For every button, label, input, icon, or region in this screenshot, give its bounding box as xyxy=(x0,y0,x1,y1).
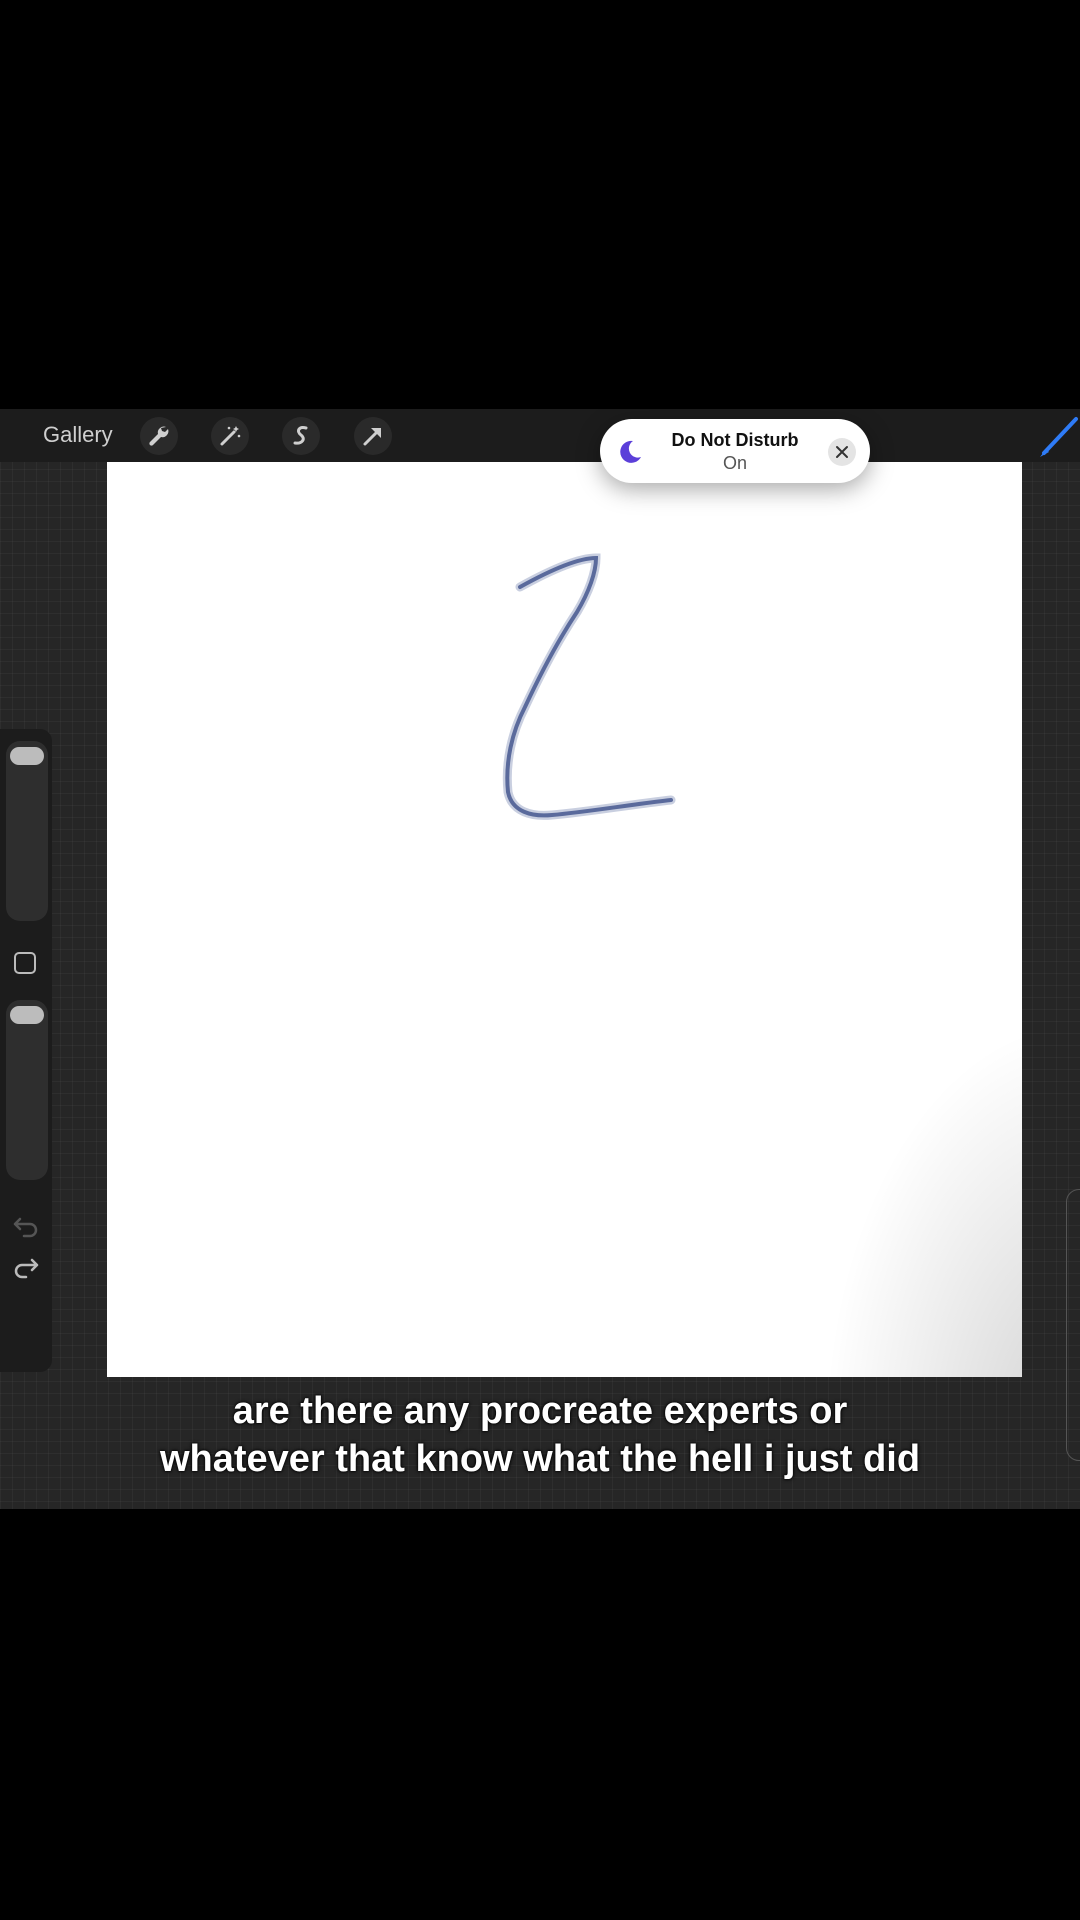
gallery-button[interactable]: Gallery xyxy=(43,422,113,448)
brush-size-slider[interactable] xyxy=(6,741,48,921)
caption-line-1: are there any procreate experts or xyxy=(232,1390,848,1432)
close-icon xyxy=(836,446,848,458)
redo-icon[interactable] xyxy=(10,1252,42,1284)
opacity-slider[interactable] xyxy=(6,1000,48,1180)
procreate-app: Gallery Do Not Disturb On are there any … xyxy=(0,409,1080,1509)
selection-button[interactable] xyxy=(282,417,320,455)
video-caption: are there any procreate experts or whate… xyxy=(0,1387,1080,1483)
adjustments-button[interactable] xyxy=(211,417,249,455)
transform-button[interactable] xyxy=(354,417,392,455)
selection-icon xyxy=(293,426,308,445)
opacity-thumb[interactable] xyxy=(10,1006,44,1024)
modify-button[interactable] xyxy=(14,952,36,974)
top-toolbar: Gallery xyxy=(0,409,1080,462)
brush-size-thumb[interactable] xyxy=(10,747,44,765)
transform-arrow-icon xyxy=(363,428,381,446)
drawing-canvas[interactable] xyxy=(107,462,1022,1377)
caption-line-2: whatever that know what the hell i just … xyxy=(159,1438,921,1480)
wrench-icon xyxy=(149,426,169,446)
left-sidebar xyxy=(0,729,52,1372)
undo-icon[interactable] xyxy=(10,1209,42,1241)
do-not-disturb-banner[interactable]: Do Not Disturb On xyxy=(600,419,870,483)
drawn-stroke xyxy=(502,553,676,820)
actions-button[interactable] xyxy=(140,417,178,455)
magic-wand-icon xyxy=(220,426,241,446)
banner-close-button[interactable] xyxy=(828,438,856,466)
brush-icon[interactable] xyxy=(1036,413,1080,457)
